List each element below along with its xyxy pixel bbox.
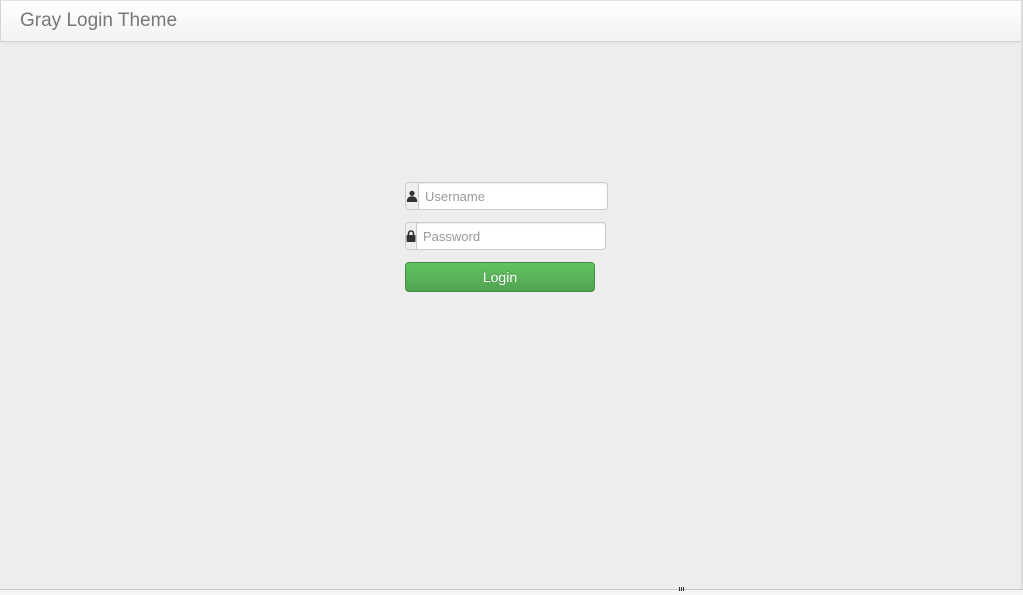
password-input[interactable] bbox=[416, 222, 606, 250]
login-form: Login bbox=[405, 182, 608, 292]
login-button[interactable]: Login bbox=[405, 262, 595, 292]
user-icon bbox=[405, 182, 418, 210]
brand-title[interactable]: Gray Login Theme bbox=[20, 10, 177, 32]
top-navbar: Gray Login Theme bbox=[0, 0, 1023, 42]
resize-grip-icon[interactable] bbox=[679, 587, 686, 591]
username-input[interactable] bbox=[418, 182, 608, 210]
password-group bbox=[405, 222, 606, 250]
lock-icon bbox=[405, 222, 416, 250]
bottom-status-bar bbox=[0, 589, 1023, 595]
username-group bbox=[405, 182, 608, 210]
